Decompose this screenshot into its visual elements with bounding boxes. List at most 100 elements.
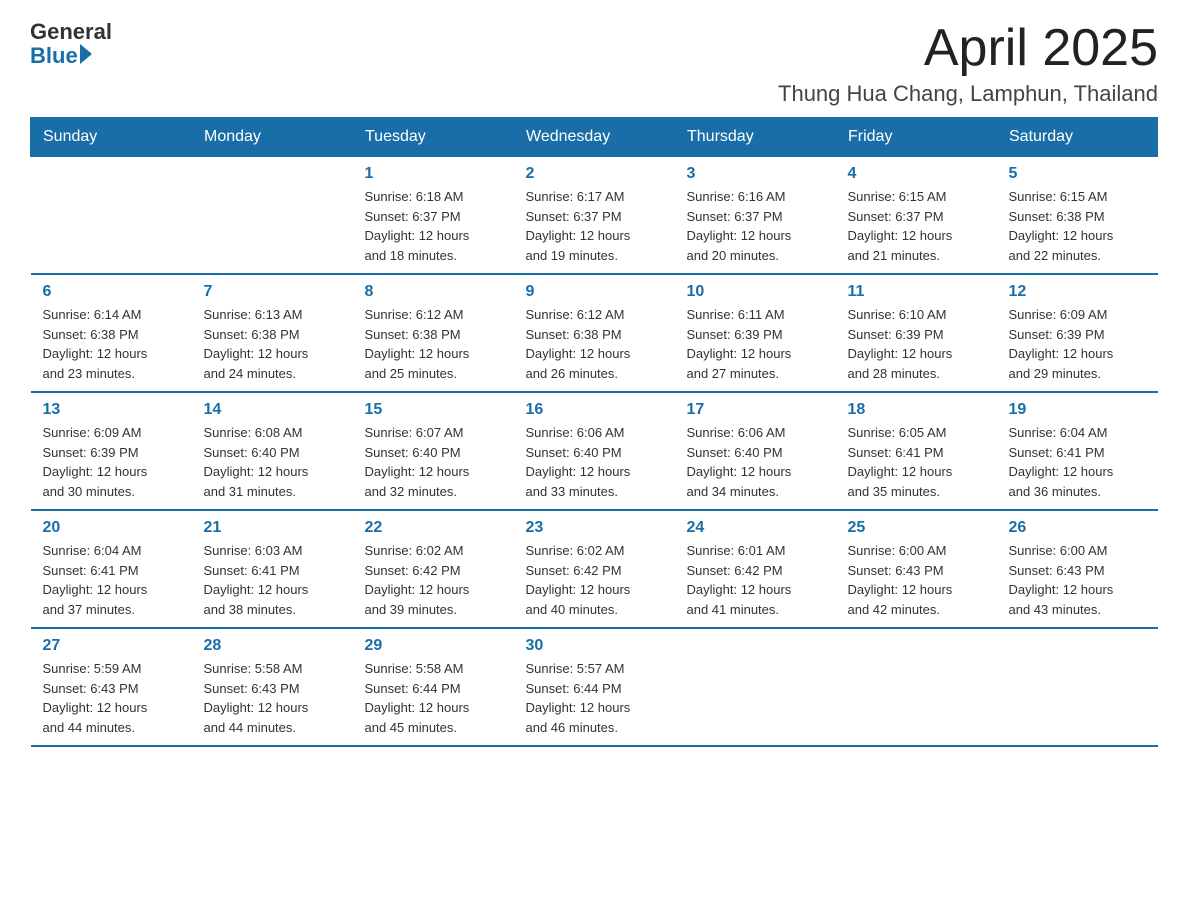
calendar-cell: 28 Sunrise: 5:58 AM Sunset: 6:43 PM Dayli…: [192, 628, 353, 746]
day-number: 24: [687, 519, 824, 537]
day-number: 30: [526, 637, 663, 655]
calendar-cell: 18 Sunrise: 6:05 AM Sunset: 6:41 PM Dayli…: [836, 392, 997, 510]
calendar-cell: 20 Sunrise: 6:04 AM Sunset: 6:41 PM Dayli…: [31, 510, 192, 628]
day-info: Sunrise: 6:17 AM Sunset: 6:37 PM Dayligh…: [526, 187, 663, 265]
logo: General Blue: [30, 20, 112, 68]
day-info: Sunrise: 5:58 AM Sunset: 6:43 PM Dayligh…: [204, 659, 341, 737]
calendar-cell: 21 Sunrise: 6:03 AM Sunset: 6:41 PM Dayli…: [192, 510, 353, 628]
calendar-cell: 29Sunrise: 5:58 AM Sunset: 6:44 PM Dayli…: [353, 628, 514, 746]
calendar-cell: 23 Sunrise: 6:02 AM Sunset: 6:42 PM Dayli…: [514, 510, 675, 628]
day-number: 21: [204, 519, 341, 537]
calendar-cell: 15Sunrise: 6:07 AM Sunset: 6:40 PM Dayli…: [353, 392, 514, 510]
header-saturday: Saturday: [997, 118, 1158, 157]
calendar-cell: 26 Sunrise: 6:00 AM Sunset: 6:43 PM Dayli…: [997, 510, 1158, 628]
day-number: 26: [1009, 519, 1146, 537]
day-number: 16: [526, 401, 663, 419]
day-info: Sunrise: 6:10 AM Sunset: 6:39 PM Dayligh…: [848, 305, 985, 383]
day-number: 19: [1009, 401, 1146, 419]
header-sunday: Sunday: [31, 118, 192, 157]
day-info: Sunrise: 6:00 AM Sunset: 6:43 PM Dayligh…: [1009, 541, 1146, 619]
calendar-cell: 2 Sunrise: 6:17 AM Sunset: 6:37 PM Daylig…: [514, 157, 675, 275]
calendar-cell: 7 Sunrise: 6:13 AM Sunset: 6:38 PM Daylig…: [192, 274, 353, 392]
calendar-cell: 10Sunrise: 6:11 AM Sunset: 6:39 PM Dayli…: [675, 274, 836, 392]
day-number: 2: [526, 165, 663, 183]
day-info: Sunrise: 5:57 AM Sunset: 6:44 PM Dayligh…: [526, 659, 663, 737]
calendar-cell: 6Sunrise: 6:14 AM Sunset: 6:38 PM Daylig…: [31, 274, 192, 392]
day-info: Sunrise: 6:03 AM Sunset: 6:41 PM Dayligh…: [204, 541, 341, 619]
day-info: Sunrise: 6:05 AM Sunset: 6:41 PM Dayligh…: [848, 423, 985, 501]
day-info: Sunrise: 6:02 AM Sunset: 6:42 PM Dayligh…: [526, 541, 663, 619]
day-info: Sunrise: 6:12 AM Sunset: 6:38 PM Dayligh…: [526, 305, 663, 383]
calendar-cell: 9 Sunrise: 6:12 AM Sunset: 6:38 PM Daylig…: [514, 274, 675, 392]
day-info: Sunrise: 6:12 AM Sunset: 6:38 PM Dayligh…: [365, 305, 502, 383]
calendar-cell: 3 Sunrise: 6:16 AM Sunset: 6:37 PM Daylig…: [675, 157, 836, 275]
day-number: 23: [526, 519, 663, 537]
day-number: 27: [43, 637, 180, 655]
header-thursday: Thursday: [675, 118, 836, 157]
header-monday: Monday: [192, 118, 353, 157]
week-row-5: 27 Sunrise: 5:59 AM Sunset: 6:43 PM Dayli…: [31, 628, 1158, 746]
calendar-cell: 16 Sunrise: 6:06 AM Sunset: 6:40 PM Dayli…: [514, 392, 675, 510]
header-friday: Friday: [836, 118, 997, 157]
calendar-cell: 11Sunrise: 6:10 AM Sunset: 6:39 PM Dayli…: [836, 274, 997, 392]
calendar-cell: 27 Sunrise: 5:59 AM Sunset: 6:43 PM Dayli…: [31, 628, 192, 746]
calendar-cell: 8 Sunrise: 6:12 AM Sunset: 6:38 PM Daylig…: [353, 274, 514, 392]
day-number: 10: [687, 283, 824, 301]
calendar-cell: 24Sunrise: 6:01 AM Sunset: 6:42 PM Dayli…: [675, 510, 836, 628]
calendar-cell: [192, 157, 353, 275]
day-info: Sunrise: 6:02 AM Sunset: 6:42 PM Dayligh…: [365, 541, 502, 619]
day-info: Sunrise: 6:04 AM Sunset: 6:41 PM Dayligh…: [43, 541, 180, 619]
day-info: Sunrise: 6:09 AM Sunset: 6:39 PM Dayligh…: [43, 423, 180, 501]
day-number: 5: [1009, 165, 1146, 183]
day-info: Sunrise: 6:04 AM Sunset: 6:41 PM Dayligh…: [1009, 423, 1146, 501]
day-number: 12: [1009, 283, 1146, 301]
calendar-cell: 22 Sunrise: 6:02 AM Sunset: 6:42 PM Dayli…: [353, 510, 514, 628]
calendar-cell: 4Sunrise: 6:15 AM Sunset: 6:37 PM Daylig…: [836, 157, 997, 275]
day-info: Sunrise: 6:00 AM Sunset: 6:43 PM Dayligh…: [848, 541, 985, 619]
calendar-cell: 19 Sunrise: 6:04 AM Sunset: 6:41 PM Dayli…: [997, 392, 1158, 510]
day-number: 29: [365, 637, 502, 655]
day-number: 1: [365, 165, 502, 183]
day-info: Sunrise: 6:16 AM Sunset: 6:37 PM Dayligh…: [687, 187, 824, 265]
calendar-cell: 5 Sunrise: 6:15 AM Sunset: 6:38 PM Daylig…: [997, 157, 1158, 275]
logo-blue-text: Blue: [30, 44, 78, 68]
calendar-cell: [997, 628, 1158, 746]
day-number: 7: [204, 283, 341, 301]
day-info: Sunrise: 6:13 AM Sunset: 6:38 PM Dayligh…: [204, 305, 341, 383]
page-header: General Blue April 2025 Thung Hua Chang,…: [30, 20, 1158, 107]
day-number: 9: [526, 283, 663, 301]
week-row-4: 20 Sunrise: 6:04 AM Sunset: 6:41 PM Dayli…: [31, 510, 1158, 628]
day-number: 14: [204, 401, 341, 419]
day-info: Sunrise: 6:18 AM Sunset: 6:37 PM Dayligh…: [365, 187, 502, 265]
calendar-cell: [31, 157, 192, 275]
day-info: Sunrise: 6:08 AM Sunset: 6:40 PM Dayligh…: [204, 423, 341, 501]
calendar-cell: 25 Sunrise: 6:00 AM Sunset: 6:43 PM Dayli…: [836, 510, 997, 628]
logo-general-text: General: [30, 20, 112, 44]
day-number: 28: [204, 637, 341, 655]
title-area: April 2025 Thung Hua Chang, Lamphun, Tha…: [778, 20, 1158, 107]
day-number: 25: [848, 519, 985, 537]
day-number: 18: [848, 401, 985, 419]
month-title: April 2025: [778, 20, 1158, 77]
day-info: Sunrise: 6:07 AM Sunset: 6:40 PM Dayligh…: [365, 423, 502, 501]
day-info: Sunrise: 6:09 AM Sunset: 6:39 PM Dayligh…: [1009, 305, 1146, 383]
week-row-2: 6Sunrise: 6:14 AM Sunset: 6:38 PM Daylig…: [31, 274, 1158, 392]
day-number: 3: [687, 165, 824, 183]
week-row-1: 1 Sunrise: 6:18 AM Sunset: 6:37 PM Daylig…: [31, 157, 1158, 275]
day-info: Sunrise: 6:15 AM Sunset: 6:38 PM Dayligh…: [1009, 187, 1146, 265]
header-tuesday: Tuesday: [353, 118, 514, 157]
day-info: Sunrise: 6:06 AM Sunset: 6:40 PM Dayligh…: [526, 423, 663, 501]
calendar-cell: 12 Sunrise: 6:09 AM Sunset: 6:39 PM Dayli…: [997, 274, 1158, 392]
day-number: 22: [365, 519, 502, 537]
calendar-cell: 17Sunrise: 6:06 AM Sunset: 6:40 PM Dayli…: [675, 392, 836, 510]
day-info: Sunrise: 5:59 AM Sunset: 6:43 PM Dayligh…: [43, 659, 180, 737]
day-number: 8: [365, 283, 502, 301]
calendar-table: Sunday Monday Tuesday Wednesday Thursday…: [30, 117, 1158, 747]
day-number: 20: [43, 519, 180, 537]
location-title: Thung Hua Chang, Lamphun, Thailand: [778, 81, 1158, 107]
day-number: 17: [687, 401, 824, 419]
day-info: Sunrise: 6:14 AM Sunset: 6:38 PM Dayligh…: [43, 305, 180, 383]
logo-arrow-icon: [80, 44, 92, 64]
calendar-cell: 1 Sunrise: 6:18 AM Sunset: 6:37 PM Daylig…: [353, 157, 514, 275]
calendar-cell: [836, 628, 997, 746]
